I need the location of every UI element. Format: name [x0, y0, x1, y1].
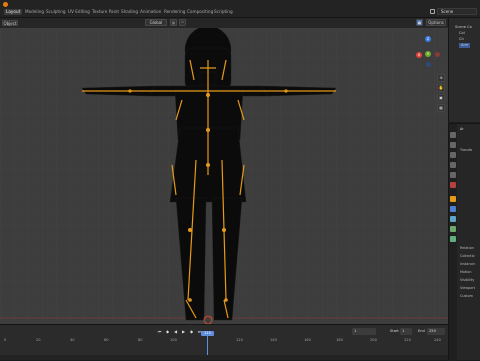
neg-x-axis-icon[interactable] — [435, 52, 440, 57]
tick-label: 20 — [36, 338, 41, 342]
outliner-character[interactable]: Ch — [459, 37, 464, 42]
render-tab-icon[interactable] — [450, 142, 456, 148]
tab-rendering[interactable]: Rendering — [164, 9, 185, 15]
world-tab-icon[interactable] — [450, 182, 456, 188]
outliner-armature[interactable]: Arm — [459, 43, 471, 48]
tick-label: 160 — [304, 338, 311, 342]
tick-label: 240 — [434, 338, 441, 342]
object-tab-icon[interactable] — [450, 196, 456, 202]
tick-label: 180 — [336, 338, 343, 342]
properties-tabs — [449, 124, 457, 361]
pan-hand-icon[interactable]: ✋ — [437, 84, 445, 92]
outliner-collection[interactable]: Col — [459, 31, 465, 36]
top-bar: Layout Modeling Sculpting UV Editing Tex… — [0, 0, 480, 18]
tool-tab-icon[interactable] — [450, 132, 456, 138]
tick-label: 40 — [70, 338, 75, 342]
y-axis-icon[interactable]: Y — [425, 51, 431, 57]
modifier-tab-icon[interactable] — [450, 206, 456, 212]
playhead-frame-label[interactable]: 115 — [201, 331, 214, 336]
outliner-scene-collection[interactable]: Scene Co — [455, 25, 472, 30]
tick-label: 60 — [104, 338, 109, 342]
viewport-canvas[interactable] — [0, 28, 448, 324]
section-relations[interactable]: Relation — [460, 246, 474, 251]
options-dropdown[interactable]: Options — [426, 19, 446, 26]
section-visibility[interactable]: Visibility — [460, 278, 474, 283]
transform-orientation-dropdown[interactable]: Global — [145, 19, 167, 26]
section-custom-properties[interactable]: Custom — [460, 294, 473, 299]
perspective-toggle-icon[interactable]: ▦ — [437, 104, 445, 112]
properties-panel: Ar Transfo Relation Collectio Instancin … — [448, 123, 480, 361]
z-axis-icon[interactable]: Z — [425, 36, 431, 42]
outliner-panel: Scene Co Col Ch Arm — [448, 18, 480, 122]
play-icon[interactable]: ▶ — [181, 329, 186, 334]
tab-texture-paint[interactable]: Texture Paint — [92, 9, 119, 15]
data-tab-icon[interactable] — [450, 236, 456, 242]
x-axis-icon[interactable]: X — [416, 52, 422, 58]
tab-animation[interactable]: Animation — [140, 9, 161, 15]
blender-logo-icon[interactable] — [3, 2, 8, 7]
tick-label: 200 — [370, 338, 377, 342]
tab-scripting[interactable]: Scripting — [214, 9, 233, 15]
viewport-header: Object Global ◎ ◠ ● Options — [0, 18, 448, 28]
jump-start-icon[interactable]: ⏮ — [157, 329, 162, 334]
shading-solid-icon[interactable]: ● — [416, 19, 423, 26]
prev-keyframe-icon[interactable]: ◆ — [165, 329, 170, 334]
status-bar — [0, 355, 448, 360]
physics-tab-icon[interactable] — [450, 216, 456, 222]
3d-viewport[interactable]: Z X Y ⊕ ✋ ▣ ▦ — [0, 28, 448, 324]
object-mode-dropdown[interactable]: Object — [2, 20, 18, 26]
tick-label: 0 — [4, 338, 7, 342]
tick-label: 120 — [236, 338, 243, 342]
scene-tab-icon[interactable] — [450, 172, 456, 178]
section-instancing[interactable]: Instancin — [460, 262, 475, 267]
end-frame-field[interactable]: 250 — [427, 328, 445, 335]
tab-compositing[interactable]: Compositing — [187, 9, 213, 15]
play-reverse-icon[interactable]: ◀ — [173, 329, 178, 334]
navigation-gizmo[interactable]: Z X Y — [414, 34, 444, 68]
tab-shading[interactable]: Shading — [121, 9, 138, 15]
scene-name-field[interactable]: Scene — [437, 8, 477, 15]
start-frame-field[interactable]: 1 — [400, 328, 412, 335]
section-motion-paths[interactable]: Motion — [460, 270, 472, 275]
tick-label: 80 — [138, 338, 143, 342]
next-keyframe-icon[interactable]: ◆ — [189, 329, 194, 334]
zoom-icon[interactable]: ⊕ — [437, 74, 445, 82]
end-label: End — [418, 329, 425, 333]
proportional-edit-icon[interactable]: ◠ — [179, 19, 186, 26]
tick-label: 140 — [270, 338, 277, 342]
tick-label: 100 — [170, 338, 177, 342]
neg-z-axis-icon[interactable] — [426, 62, 431, 67]
section-viewport-display[interactable]: Viewport — [460, 286, 475, 291]
tab-modeling[interactable]: Modeling — [25, 9, 44, 15]
camera-view-icon[interactable]: ▣ — [437, 94, 445, 102]
constraints-tab-icon[interactable] — [450, 226, 456, 232]
start-label: Start — [390, 329, 399, 333]
tab-layout[interactable]: Layout — [4, 9, 23, 15]
output-tab-icon[interactable] — [450, 152, 456, 158]
snap-icon[interactable]: ◎ — [170, 19, 177, 26]
tab-sculpting[interactable]: Sculpting — [46, 9, 66, 15]
tab-uv-editing[interactable]: UV Editing — [68, 9, 90, 15]
properties-header: Ar — [460, 127, 464, 131]
view-layer-tab-icon[interactable] — [450, 162, 456, 168]
scene-icon — [430, 9, 435, 14]
tick-label: 220 — [404, 338, 411, 342]
section-collections[interactable]: Collectio — [460, 254, 475, 259]
current-frame-field[interactable]: 1 — [352, 328, 376, 335]
section-transform[interactable]: Transfo — [460, 148, 472, 153]
